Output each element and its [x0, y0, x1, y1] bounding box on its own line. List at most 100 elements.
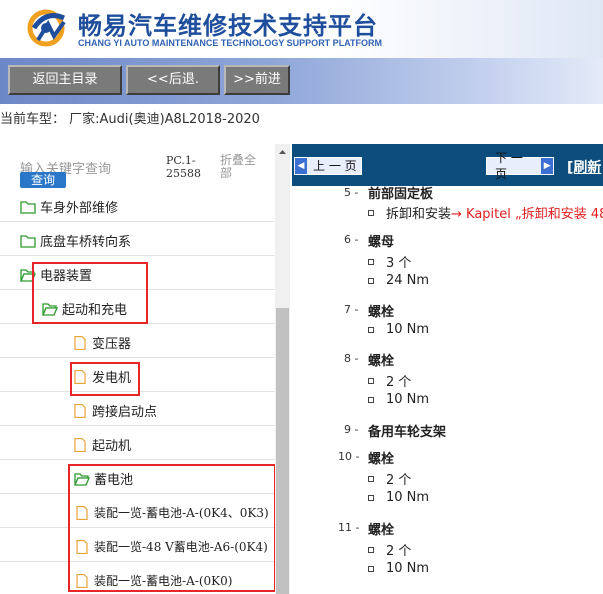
- cy-logo-icon: [27, 9, 66, 47]
- bullet-text: 3 个: [386, 256, 412, 271]
- tree-item[interactable]: 变压器: [0, 328, 275, 358]
- document-content: 5 - 前部固定板 拆卸和安装 → Kapitel „拆卸和安装 48 6 - …: [292, 186, 603, 594]
- bullet-item: 2 个: [368, 371, 411, 390]
- tree-item[interactable]: 装配一览-蓄电池-A-(0K4、0K3): [0, 498, 275, 528]
- folder-open-icon: [74, 472, 90, 486]
- document-icon: [76, 539, 88, 554]
- tree-item[interactable]: 装配一览-48 V蓄电池-A6-(0K4): [0, 532, 275, 562]
- item-title: 备用车轮支架: [368, 425, 447, 440]
- tree-item-label: 起动和充电: [62, 303, 128, 318]
- bullet-square-icon: [368, 546, 374, 553]
- model-bar: 当前车型： 厂家:Audi(奥迪)A8L2018-2020: [0, 104, 603, 144]
- tree-item-label: 装配一览-48 V蓄电池-A6-(0K4): [94, 540, 268, 554]
- bullet-text: 10 Nm: [386, 322, 430, 337]
- tree-item-label: 装配一览-蓄电池-A-(0K0): [94, 574, 233, 588]
- item-title: 螺母: [368, 235, 395, 250]
- tree-scrollbar[interactable]: [275, 144, 290, 594]
- refresh-link[interactable]: [刷新: [567, 157, 601, 177]
- tree-item-label: 蓄电池: [94, 473, 134, 488]
- bullet-item: 3 个: [368, 252, 411, 271]
- scroll-up-arrow-icon[interactable]: [275, 146, 290, 158]
- tree-item-label: 电器装置: [40, 269, 93, 284]
- bullet-text: 2 个: [386, 473, 412, 488]
- app-title: 畅易汽车维修技术支持平台: [78, 12, 378, 40]
- item-number: 11 -: [338, 521, 360, 534]
- item-number: 5 -: [344, 186, 359, 199]
- tree-item-label: 起动机: [92, 439, 132, 454]
- next-page-button[interactable]: 下 一 页 ▶: [486, 151, 554, 181]
- bullet-text: 10 Nm: [386, 490, 430, 505]
- arrow-right-icon: ▶: [541, 158, 553, 174]
- collapse-all-button[interactable]: 折叠全 部: [220, 154, 256, 180]
- bullet-item: 10 Nm: [368, 392, 429, 407]
- item-title: 螺栓: [368, 305, 395, 320]
- bullet-text: 10 Nm: [386, 392, 430, 407]
- pc-range: PC.1- 25588: [166, 154, 201, 180]
- item-title: 螺栓: [368, 452, 395, 467]
- bullet-square-icon: [368, 565, 374, 572]
- document-icon: [74, 403, 86, 418]
- bullet-item: 10 Nm: [368, 322, 429, 337]
- tree-item[interactable]: 起动和充电: [0, 294, 275, 324]
- tree-item-label: 发电机: [92, 371, 132, 386]
- tree-item-label: 变压器: [92, 337, 132, 352]
- tree-item-label: 车身外部维修: [40, 201, 119, 216]
- bullet-item: 24 Nm: [368, 273, 429, 288]
- document-icon: [76, 573, 88, 588]
- forward-button[interactable]: >>前进: [224, 65, 290, 95]
- bullet-square-icon: [368, 258, 374, 265]
- arrow-left-icon: ◀: [295, 158, 307, 174]
- folder-open-icon: [42, 302, 58, 316]
- bullet-text: 2 个: [386, 375, 412, 390]
- item-title: 前部固定板: [368, 187, 434, 202]
- prev-page-button[interactable]: ◀ 上 一 页: [294, 157, 362, 175]
- bullet-item: 10 Nm: [368, 561, 429, 576]
- tree-panel: 输入关键字查询 查询 PC.1- 25588 折叠全 部 车身外部维修 底盘车桥…: [0, 144, 290, 594]
- bullet-square-icon: [368, 326, 374, 333]
- tree-item-label: 底盘车桥转向系: [40, 235, 132, 250]
- scroll-thumb[interactable]: [276, 308, 289, 594]
- document-icon: [74, 369, 86, 384]
- current-model: 当前车型： 厂家:Audi(奥迪)A8L2018-2020: [0, 112, 260, 127]
- folder-icon: [20, 200, 36, 214]
- item-title: 螺栓: [368, 354, 395, 369]
- tree-item[interactable]: 发电机: [0, 362, 275, 392]
- content-toolbar: ◀ 上 一 页 下 一 页 ▶ [刷新: [292, 144, 603, 186]
- bullet-text: 24 Nm: [386, 273, 430, 288]
- back-button[interactable]: <<后退.: [126, 65, 220, 95]
- bullet-item: 10 Nm: [368, 490, 429, 505]
- search-button[interactable]: 查询: [20, 172, 66, 188]
- tree-item-label: 跨接启动点: [92, 405, 158, 420]
- item-number: 6 -: [344, 233, 359, 246]
- item-title: 螺栓: [368, 523, 395, 538]
- home-button[interactable]: 返回主目录: [8, 65, 122, 95]
- folder-icon: [20, 234, 36, 248]
- tree-item[interactable]: 蓄电池: [0, 464, 275, 494]
- item-number: 7 -: [344, 303, 359, 316]
- tree-item[interactable]: 装配一览-蓄电池-A-(0K0): [0, 566, 275, 594]
- document-icon: [74, 437, 86, 452]
- bullet-text: 10 Nm: [386, 561, 430, 576]
- app-subtitle: CHANG YI AUTO MAINTENANCE TECHNOLOGY SUP…: [78, 38, 383, 48]
- bullet-item: 拆卸和安装 → Kapitel „拆卸和安装 48: [368, 203, 603, 222]
- bullet-text: 拆卸和安装: [386, 207, 452, 222]
- prev-page-label: 上 一 页: [313, 159, 357, 173]
- tree-item[interactable]: 电器装置: [0, 260, 275, 290]
- document-icon: [74, 335, 86, 350]
- tree-item[interactable]: 底盘车桥转向系: [0, 226, 275, 256]
- chapter-link[interactable]: → Kapitel „拆卸和安装 48: [451, 203, 603, 222]
- bullet-square-icon: [368, 475, 374, 482]
- nav-bar: 返回主目录 <<后退. >>前进: [0, 58, 603, 104]
- item-number: 9 -: [344, 423, 359, 436]
- next-page-label: 下 一 页: [495, 151, 523, 181]
- bullet-square-icon: [368, 494, 374, 501]
- tree-item[interactable]: 车身外部维修: [0, 192, 275, 222]
- bullet-text: 2 个: [386, 544, 412, 559]
- tree-item[interactable]: 跨接启动点: [0, 396, 275, 426]
- folder-open-icon: [20, 268, 36, 282]
- item-number: 8 -: [344, 352, 359, 365]
- tree-item[interactable]: 起动机: [0, 430, 275, 460]
- content-panel: ◀ 上 一 页 下 一 页 ▶ [刷新 5 - 前部固定板 拆卸和安装 → Ka…: [292, 144, 603, 594]
- document-icon: [76, 505, 88, 520]
- bullet-item: 2 个: [368, 469, 411, 488]
